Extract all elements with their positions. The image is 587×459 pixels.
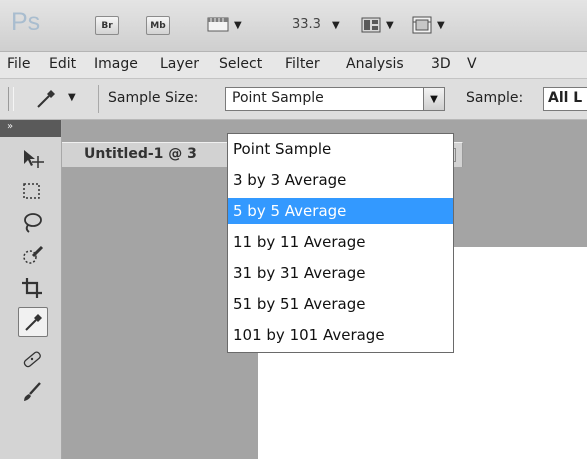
sample-select[interactable]: All L: [543, 87, 587, 111]
collapse-icon[interactable]: »: [7, 121, 13, 132]
menu-select[interactable]: Select: [219, 56, 262, 72]
options-separator: [98, 85, 99, 113]
view-extras-icon: [207, 17, 229, 32]
document-tab-title: Untitled-1 @ 3: [84, 146, 197, 162]
marquee-tool[interactable]: [18, 177, 46, 205]
menu-bar: File Edit Image Layer Select Filter Anal…: [0, 52, 587, 79]
sample-size-label: Sample Size:: [108, 90, 199, 106]
menu-analysis[interactable]: Analysis: [346, 56, 404, 72]
crop-tool-icon: [22, 278, 42, 298]
tools-panel: »: [0, 120, 62, 459]
eyedropper-tool[interactable]: [18, 307, 48, 337]
marquee-tool-icon: [23, 183, 40, 199]
arrange-documents-icon: [361, 17, 381, 33]
crop-tool[interactable]: [18, 274, 46, 302]
dropdown-option[interactable]: Point Sample: [228, 136, 453, 162]
screen-mode-icon: [412, 16, 432, 34]
move-tool-icon: [24, 150, 44, 168]
quick-selection-tool-icon: [23, 245, 44, 264]
dropdown-option-highlighted[interactable]: 5 by 5 Average: [228, 198, 453, 224]
sample-value: All L: [548, 90, 583, 106]
chevron-down-icon[interactable]: ▼: [437, 20, 445, 31]
chevron-down-icon[interactable]: ▼: [332, 20, 340, 31]
dropdown-option[interactable]: 3 by 3 Average: [228, 167, 453, 193]
dropdown-option[interactable]: 101 by 101 Average: [228, 322, 453, 348]
eyedropper-tool-icon: [25, 314, 42, 331]
screen-mode-button[interactable]: [411, 14, 433, 36]
menu-view[interactable]: V: [467, 56, 477, 72]
menu-edit[interactable]: Edit: [49, 56, 76, 72]
chevron-down-icon[interactable]: ▼: [234, 20, 242, 31]
menu-3d[interactable]: 3D: [431, 56, 451, 72]
quick-selection-tool[interactable]: [18, 242, 46, 270]
healing-brush-tool-icon: [23, 351, 41, 368]
dropdown-option[interactable]: 11 by 11 Average: [228, 229, 453, 255]
eyedropper-icon: [37, 90, 55, 108]
view-extras-button[interactable]: [206, 12, 230, 36]
sample-size-select[interactable]: Point Sample ▼: [225, 87, 445, 111]
menu-image[interactable]: Image: [94, 56, 138, 72]
dropdown-option[interactable]: 51 by 51 Average: [228, 291, 453, 317]
chevron-down-icon[interactable]: ▼: [423, 88, 444, 110]
dropdown-option[interactable]: 31 by 31 Average: [228, 260, 453, 286]
photoshop-logo: Ps: [11, 8, 41, 36]
brush-tool[interactable]: [18, 378, 46, 406]
launch-mini-bridge-button[interactable]: Mb: [146, 16, 170, 35]
menu-file[interactable]: File: [7, 56, 30, 72]
menu-filter[interactable]: Filter: [285, 56, 320, 72]
menu-layer[interactable]: Layer: [160, 56, 199, 72]
sample-size-dropdown-list: Point Sample 3 by 3 Average 5 by 5 Avera…: [227, 133, 454, 353]
chevron-down-icon[interactable]: ▼: [386, 20, 394, 31]
launch-bridge-button[interactable]: Br: [95, 16, 119, 35]
chevron-down-icon[interactable]: ▼: [68, 92, 76, 103]
sample-label: Sample:: [466, 90, 524, 106]
zoom-level[interactable]: 33.3: [292, 17, 321, 32]
tool-preset-picker[interactable]: [32, 87, 58, 111]
application-bar: Ps Br Mb ▼ 33.3 ▼ ▼ ▼: [0, 0, 587, 52]
arrange-documents-button[interactable]: [360, 14, 382, 36]
lasso-tool-icon: [24, 213, 42, 233]
lasso-tool[interactable]: [18, 209, 46, 237]
options-bar: ▼ Sample Size: Point Sample ▼ Sample: Al…: [0, 79, 587, 120]
brush-tool-icon: [24, 382, 41, 401]
sample-size-value: Point Sample: [232, 90, 324, 106]
options-bar-grip[interactable]: [8, 87, 14, 111]
move-tool[interactable]: [18, 144, 46, 172]
healing-brush-tool[interactable]: [18, 345, 46, 373]
tools-panel-header[interactable]: »: [0, 120, 61, 137]
